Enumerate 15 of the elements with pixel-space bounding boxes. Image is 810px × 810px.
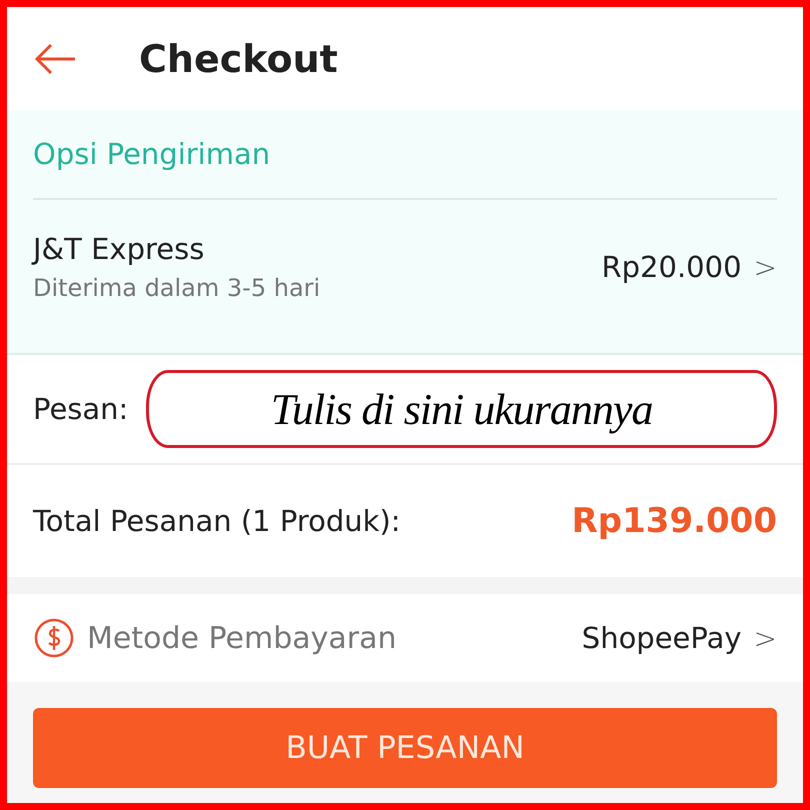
message-label: Pesan:	[33, 392, 128, 426]
payment-method[interactable]: ShopeePay	[582, 621, 742, 655]
total-label: Total Pesanan (1 Produk):	[33, 504, 401, 538]
payment-label: Metode Pembayaran	[87, 620, 396, 656]
delivery-estimate: Diterima dalam 3-5 hari	[33, 274, 320, 302]
chevron-icon[interactable]: >	[754, 250, 777, 284]
total-amount: Rp139.000	[572, 501, 777, 541]
courier-name[interactable]: J&T Express	[33, 232, 320, 266]
page-title: Checkout	[139, 36, 338, 80]
back-icon[interactable]	[33, 42, 77, 76]
chevron-icon[interactable]: >	[754, 622, 777, 654]
shipping-price: Rp20.000	[602, 250, 742, 284]
message-field[interactable]: Tulis di sini ukurannya	[146, 370, 777, 448]
dollar-coin-icon	[33, 617, 75, 659]
section-heading: Opsi Pengiriman	[33, 110, 777, 200]
